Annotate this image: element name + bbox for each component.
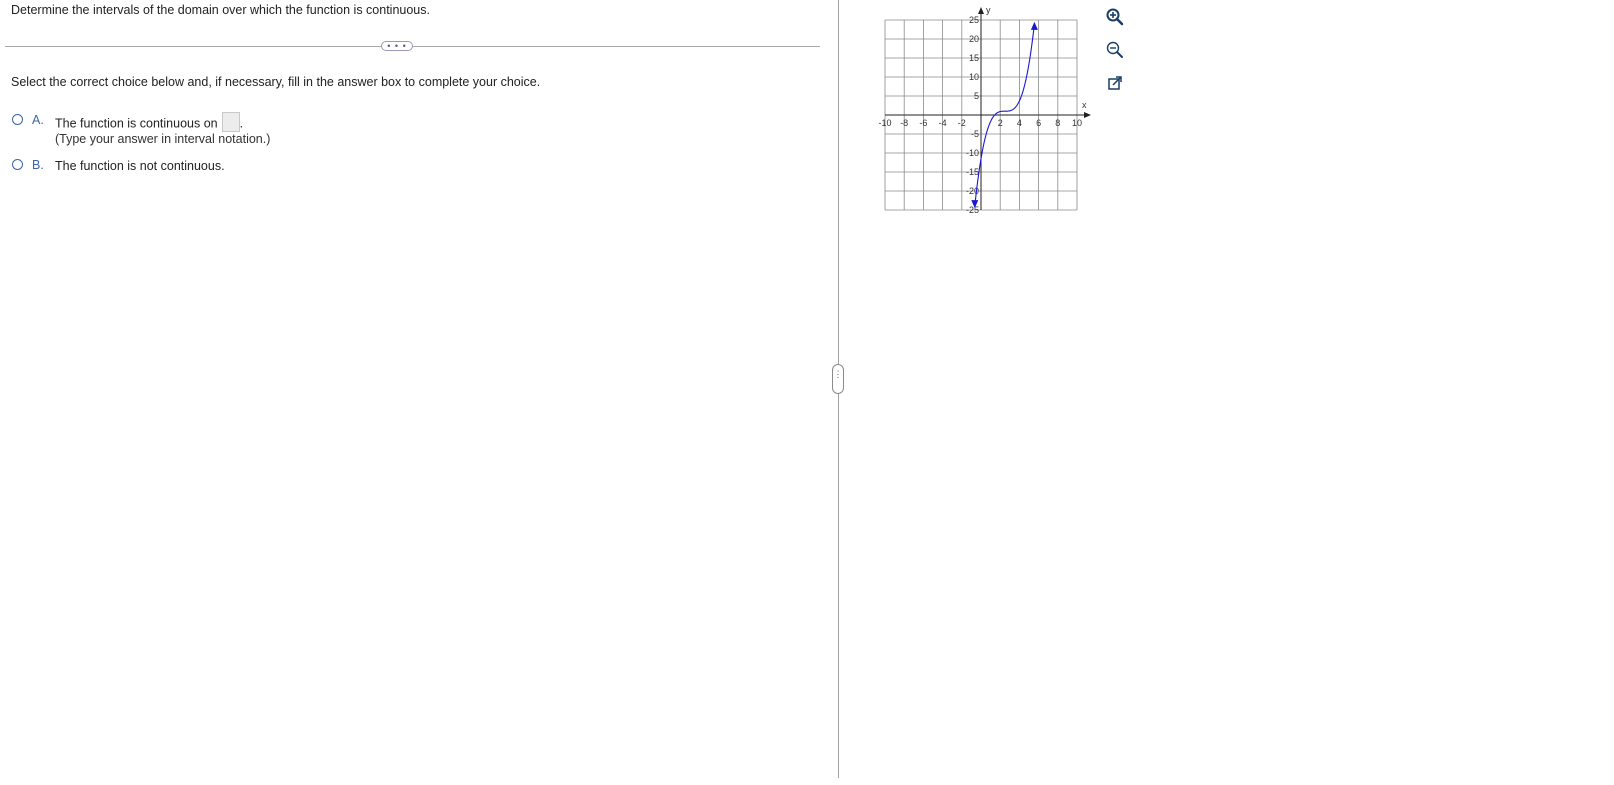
y-tick-label: 5 [974, 91, 979, 101]
radio-choice-b[interactable] [12, 159, 23, 170]
answer-input[interactable] [221, 112, 240, 132]
y-tick-label: 20 [969, 34, 979, 44]
instruction-text: Select the correct choice below and, if … [11, 75, 541, 89]
y-tick-label: -15 [966, 167, 979, 177]
x-tick-label: 6 [1036, 118, 1041, 128]
x-tick-label: 10 [1072, 118, 1082, 128]
x-tick-label: 8 [1055, 118, 1060, 128]
function-graph: -10 -8 -6 -4 -2 2 4 6 8 10252015105-5-10-15-20-25… [878, 5, 1091, 215]
x-axis-label: x [1082, 100, 1087, 110]
y-tick-label: 25 [969, 15, 979, 25]
choice-a-text-row: The function is continuous on. [55, 112, 243, 134]
x-tick-label: -6 [919, 118, 927, 128]
choice-a-letter: A. [32, 113, 44, 127]
y-tick-label: -25 [966, 205, 979, 215]
expand-button[interactable]: • • • [381, 41, 413, 51]
choice-a-text: The function is continuous on [55, 116, 218, 131]
question-text: Determine the intervals of the domain ov… [11, 3, 430, 17]
y-axis-label: y [986, 5, 991, 15]
radio-choice-a[interactable] [12, 114, 23, 125]
zoom-in-icon[interactable] [1103, 5, 1127, 29]
curve-arrow-up [1030, 21, 1038, 30]
x-tick-label: -4 [939, 118, 947, 128]
x-tick-label: 4 [1017, 118, 1022, 128]
x-tick-label: 2 [998, 118, 1003, 128]
choice-b-letter: B. [32, 158, 44, 172]
choice-b-text: The function is not continuous. [55, 159, 225, 173]
split-handle[interactable]: ⋮ [832, 364, 844, 394]
x-tick-label: -8 [900, 118, 908, 128]
open-external-icon[interactable] [1103, 71, 1127, 95]
zoom-out-icon[interactable] [1103, 38, 1127, 62]
x-tick-label: -10 [878, 118, 891, 128]
function-curve [974, 29, 1035, 207]
y-tick-label: -10 [966, 148, 979, 158]
choice-a-hint: (Type your answer in interval notation.) [55, 132, 271, 146]
y-tick-label: 10 [969, 72, 979, 82]
x-axis-arrow [1084, 112, 1091, 118]
y-tick-label: 15 [969, 53, 979, 63]
question-pane: Determine the intervals of the domain ov… [0, 0, 838, 785]
graph-axes [885, 7, 1091, 210]
y-axis-arrow [978, 7, 984, 14]
y-tick-label: -5 [971, 129, 979, 139]
x-tick-label: -2 [958, 118, 966, 128]
